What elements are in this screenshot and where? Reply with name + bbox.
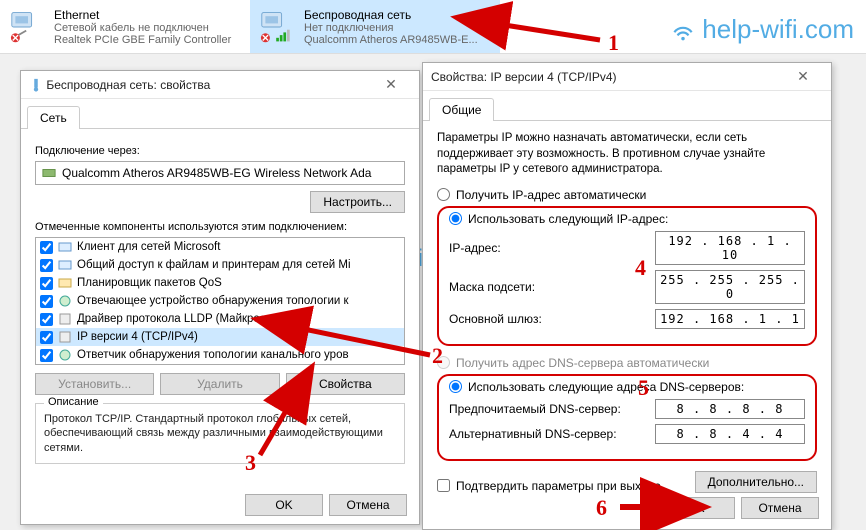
nic-icon: [42, 166, 56, 180]
ethernet-icon: [10, 9, 46, 45]
mask-input[interactable]: 255 . 255 . 255 . 0: [655, 270, 805, 304]
dns1-label: Предпочитаемый DNS-сервер:: [449, 402, 621, 416]
checkbox[interactable]: [40, 241, 53, 254]
radio[interactable]: [437, 188, 450, 201]
list-item[interactable]: Ответчик обнаружения топологии канальног…: [36, 346, 404, 364]
tabs: Сеть: [21, 99, 419, 129]
list-item-ipv4[interactable]: IP версии 4 (TCP/IPv4): [36, 328, 404, 346]
list-item[interactable]: Планировщик пакетов QoS: [36, 274, 404, 292]
manual-dns-group: Использовать следующие адреса DNS-сервер…: [437, 374, 817, 461]
network-icon: [29, 78, 43, 92]
topology-icon: [58, 294, 72, 308]
tab-network[interactable]: Сеть: [27, 106, 80, 129]
adapter-ethernet[interactable]: Ethernet Сетевой кабель не подключен Rea…: [0, 0, 250, 53]
annotation-number: 3: [245, 450, 256, 476]
radio-auto-dns: Получить адрес DNS-сервера автоматически: [437, 356, 817, 370]
validate-checkbox[interactable]: [437, 479, 450, 492]
client-icon: [58, 240, 72, 254]
components-label: Отмеченные компоненты используются этим …: [35, 221, 405, 233]
dialog-title: Беспроводная сеть: свойства: [46, 78, 210, 92]
advanced-button[interactable]: Дополнительно...: [695, 471, 817, 493]
annotation-number: 2: [432, 343, 443, 369]
hint-text: Параметры IP можно назначать автоматичес…: [437, 131, 817, 178]
qos-icon: [58, 276, 72, 290]
adapter-name-text: Qualcomm Atheros AR9485WB-EG Wireless Ne…: [62, 166, 371, 180]
validate-checkbox-row[interactable]: Подтвердить параметры при выходе: [437, 479, 661, 493]
mask-label: Маска подсети:: [449, 280, 535, 294]
adapter-name-box[interactable]: Qualcomm Atheros AR9485WB-EG Wireless Ne…: [35, 161, 405, 185]
gateway-input[interactable]: 192 . 168 . 1 . 1: [655, 309, 805, 329]
list-item[interactable]: Общий доступ к файлам и принтерам для се…: [36, 256, 404, 274]
network-adapters-bar: Ethernet Сетевой кабель не подключен Rea…: [0, 0, 866, 54]
connect-through-label: Подключение через:: [35, 145, 405, 157]
properties-button[interactable]: Свойства: [286, 373, 405, 395]
checkbox[interactable]: [40, 349, 53, 362]
checkbox[interactable]: [40, 313, 53, 326]
checkbox[interactable]: [40, 295, 53, 308]
cancel-button[interactable]: Отмена: [329, 494, 407, 516]
wireless-icon: [260, 9, 296, 45]
close-icon[interactable]: ✕: [371, 76, 411, 93]
adapter-title: Беспроводная сеть: [304, 8, 478, 22]
list-item[interactable]: Отвечающее устройство обнаружения тополо…: [36, 292, 404, 310]
responder-icon: [58, 348, 72, 362]
titlebar[interactable]: Свойства: IP версии 4 (TCP/IPv4) ✕: [423, 63, 831, 91]
share-icon: [58, 258, 72, 272]
tabs: Общие: [423, 91, 831, 121]
adapter-title: Ethernet: [54, 8, 231, 22]
ipv4-icon: [58, 330, 72, 344]
ok-button[interactable]: OK: [657, 497, 735, 519]
adapter-device: Realtek PCIe GBE Family Controller: [54, 34, 231, 46]
ip-input[interactable]: 192 . 168 . 1 . 10: [655, 231, 805, 265]
dns2-input[interactable]: 8 . 8 . 4 . 4: [655, 424, 805, 444]
checkbox[interactable]: [40, 259, 53, 272]
description-legend: Описание: [44, 396, 103, 408]
install-button[interactable]: Установить...: [35, 373, 154, 395]
description-text: Протокол TCP/IP. Стандартный протокол гл…: [44, 412, 396, 455]
tab-general[interactable]: Общие: [429, 98, 494, 121]
radio-manual-dns[interactable]: Использовать следующие адреса DNS-сервер…: [449, 380, 805, 394]
dialog-ipv4-properties: Свойства: IP версии 4 (TCP/IPv4) ✕ Общие…: [422, 62, 832, 530]
radio[interactable]: [449, 380, 462, 393]
dialog-adapter-properties: Беспроводная сеть: свойства ✕ Сеть Подкл…: [20, 70, 420, 525]
radio-auto-ip[interactable]: Получить IP-адрес автоматически: [437, 188, 817, 202]
configure-button[interactable]: Настроить...: [310, 191, 405, 213]
remove-button[interactable]: Удалить: [160, 373, 279, 395]
manual-ip-group: Использовать следующий IP-адрес: IP-адре…: [437, 206, 817, 346]
lldp-icon: [58, 312, 72, 326]
adapter-status: Нет подключения: [304, 22, 478, 34]
dialog-title: Свойства: IP версии 4 (TCP/IPv4): [431, 70, 617, 84]
annotation-number: 6: [596, 495, 607, 521]
gateway-label: Основной шлюз:: [449, 312, 542, 326]
adapter-wireless[interactable]: Беспроводная сеть Нет подключения Qualco…: [250, 0, 500, 53]
list-item[interactable]: Клиент для сетей Microsoft: [36, 238, 404, 256]
radio-manual-ip[interactable]: Использовать следующий IP-адрес:: [449, 212, 805, 226]
dns2-label: Альтернативный DNS-сервер:: [449, 427, 617, 441]
titlebar[interactable]: Беспроводная сеть: свойства ✕: [21, 71, 419, 99]
components-list[interactable]: Клиент для сетей Microsoft Общий доступ …: [35, 237, 405, 365]
ip-label: IP-адрес:: [449, 241, 501, 255]
list-item[interactable]: Драйвер протокола LLDP (Майкрософт): [36, 310, 404, 328]
dns1-input[interactable]: 8 . 8 . 8 . 8: [655, 399, 805, 419]
description-group: Описание Протокол TCP/IP. Стандартный пр…: [35, 403, 405, 464]
close-icon[interactable]: ✕: [783, 68, 823, 85]
radio[interactable]: [449, 212, 462, 225]
checkbox[interactable]: [40, 331, 53, 344]
adapter-status: Сетевой кабель не подключен: [54, 22, 231, 34]
checkbox[interactable]: [40, 277, 53, 290]
ok-button[interactable]: OK: [245, 494, 323, 516]
cancel-button[interactable]: Отмена: [741, 497, 819, 519]
annotation-number: 4: [635, 255, 646, 281]
adapter-device: Qualcomm Atheros AR9485WB-E...: [304, 34, 478, 46]
annotation-number: 1: [608, 30, 619, 56]
annotation-number: 5: [638, 375, 649, 401]
